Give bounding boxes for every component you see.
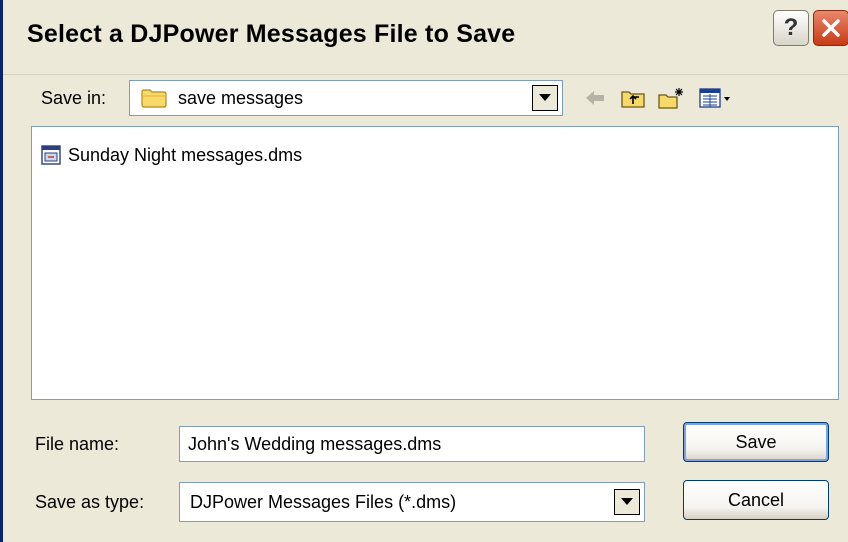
- file-name-text: Sunday Night messages.dms: [68, 144, 303, 165]
- file-name-label: File name:: [35, 434, 120, 454]
- save-in-label: Save in:: [41, 88, 107, 108]
- file-name-input[interactable]: [179, 426, 645, 462]
- save-as-type-dropdown[interactable]: DJPower Messages Files (*.dms): [179, 482, 645, 522]
- cancel-button[interactable]: Cancel: [683, 480, 829, 520]
- back-button[interactable]: [581, 84, 609, 112]
- view-menu-button[interactable]: [697, 84, 733, 112]
- help-icon: ?: [783, 14, 799, 41]
- view-menu-icon: [699, 88, 730, 108]
- dialog-title: Select a DJPower Messages File to Save: [27, 20, 516, 48]
- up-one-level-button[interactable]: [619, 84, 647, 112]
- save-in-dropdown-button[interactable]: [532, 85, 558, 111]
- close-icon: [822, 19, 840, 37]
- create-new-folder-button[interactable]: [657, 84, 685, 112]
- save-as-type-value: DJPower Messages Files (*.dms): [190, 492, 457, 512]
- save-in-value: save messages: [178, 88, 304, 108]
- new-folder-icon: [658, 88, 683, 109]
- save-as-type-label: Save as type:: [35, 492, 145, 512]
- save-dialog: Select a DJPower Messages File to Save ?…: [0, 0, 848, 542]
- close-button[interactable]: [813, 10, 848, 46]
- file-item[interactable]: Sunday Night messages.dms: [40, 143, 302, 167]
- help-button[interactable]: ?: [773, 10, 809, 46]
- file-list[interactable]: Sunday Night messages.dms: [31, 126, 839, 400]
- back-arrow-icon: [586, 91, 604, 105]
- folder-icon: [141, 89, 167, 108]
- title-bar[interactable]: Select a DJPower Messages File to Save ?: [3, 0, 848, 75]
- chevron-down-icon: [621, 498, 633, 505]
- chevron-down-icon: [539, 94, 551, 101]
- save-button[interactable]: Save: [683, 422, 829, 462]
- save-as-type-dropdown-button[interactable]: [614, 489, 640, 515]
- save-in-dropdown[interactable]: save messages: [129, 80, 563, 116]
- dms-file-icon: [41, 145, 61, 165]
- up-folder-icon: [621, 91, 645, 108]
